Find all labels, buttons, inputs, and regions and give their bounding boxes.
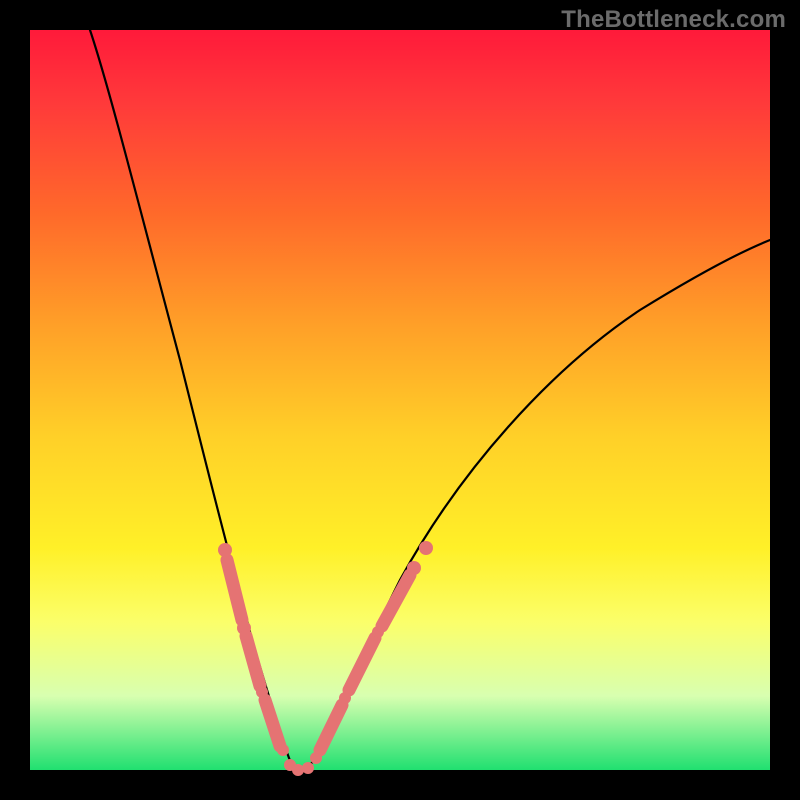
highlight-right	[310, 541, 433, 764]
plot-area	[30, 30, 770, 770]
highlight-left	[218, 543, 296, 771]
bottleneck-curve	[90, 30, 770, 770]
chart-stage: TheBottleneck.com	[0, 0, 800, 800]
curve-svg	[30, 30, 770, 770]
